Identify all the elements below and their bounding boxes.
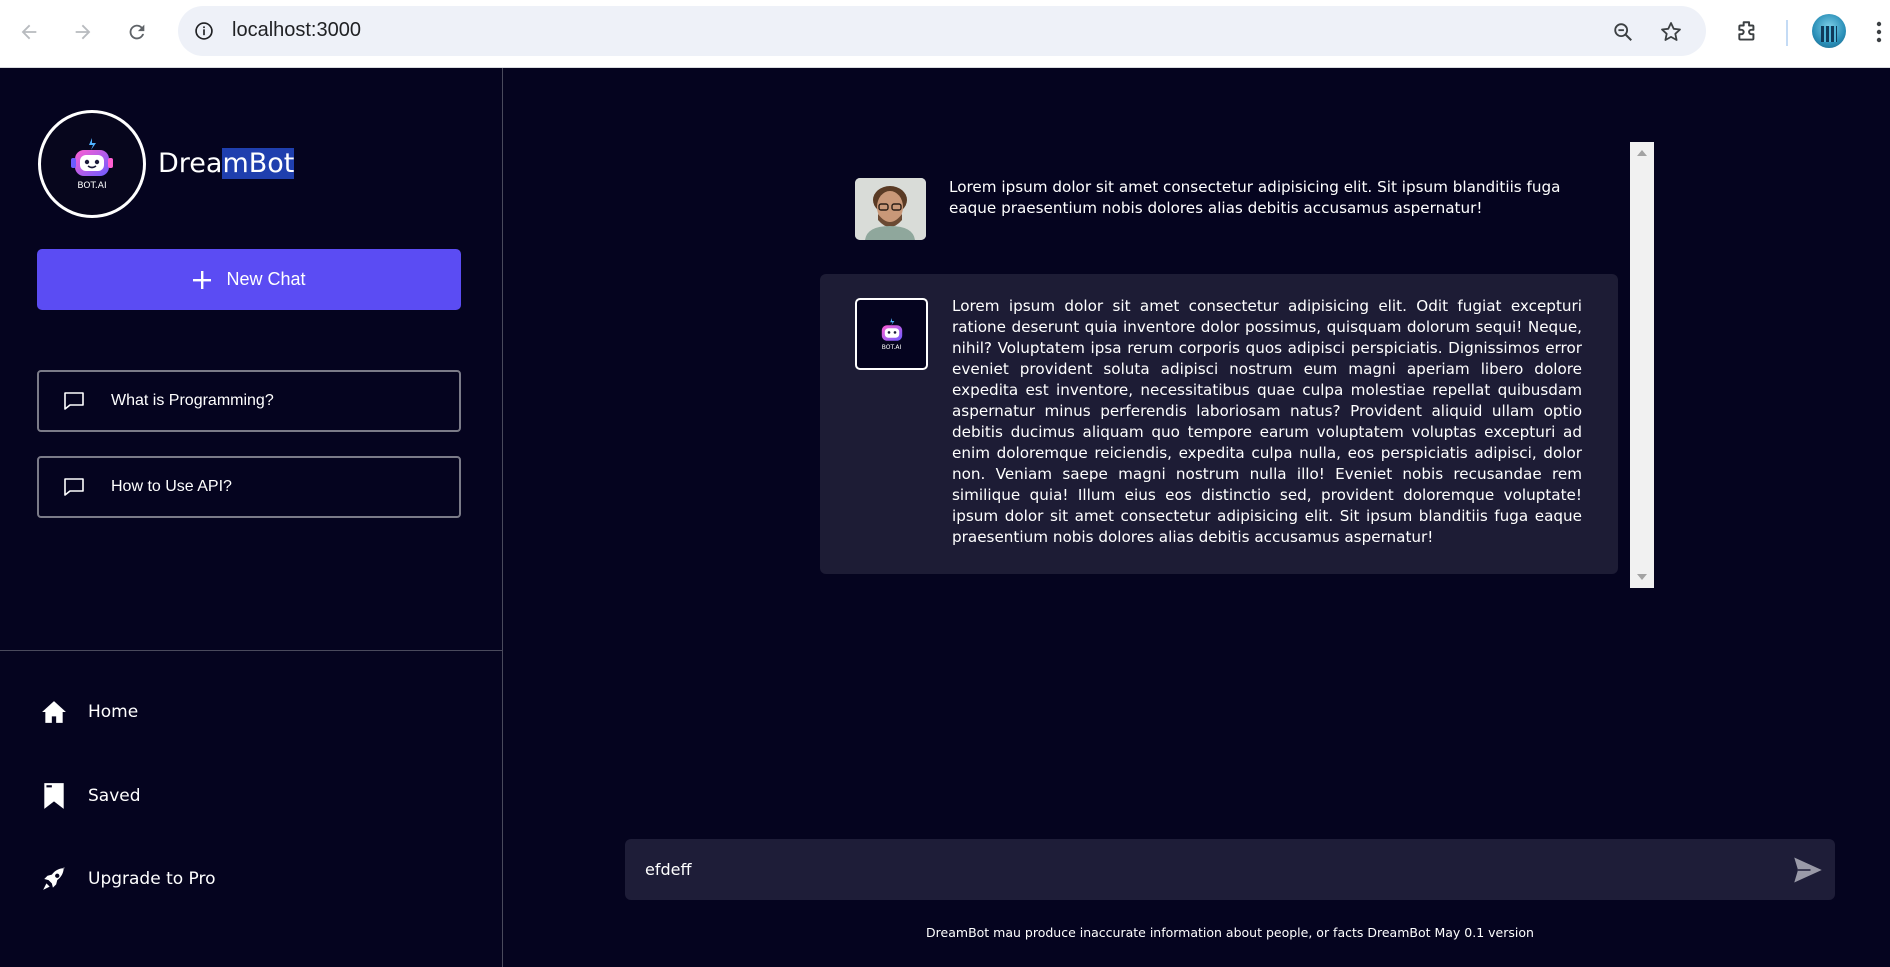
- rocket-icon: [40, 865, 68, 893]
- robot-logo-icon: [71, 137, 113, 176]
- menu-dots-icon[interactable]: [1868, 16, 1890, 48]
- chat-scrollbar[interactable]: [1630, 142, 1654, 588]
- browser-toolbar: localhost:3000: [0, 0, 1890, 68]
- bookmark-icon: [40, 782, 68, 810]
- menu-item-label: Home: [88, 702, 139, 722]
- scroll-down-arrow-icon[interactable]: [1637, 574, 1647, 580]
- forward-button[interactable]: [66, 15, 100, 49]
- user-message-text: Lorem ipsum dolor sit amet consectetur a…: [949, 178, 1561, 217]
- chat-bubble-icon: [59, 477, 89, 497]
- back-arrow-icon: [21, 24, 37, 40]
- user-message: Lorem ipsum dolor sit amet consectetur a…: [820, 142, 1620, 252]
- user-avatar: [855, 178, 926, 240]
- site-info-icon[interactable]: [192, 19, 216, 43]
- toolbar-divider: [1786, 20, 1788, 46]
- back-button[interactable]: [12, 15, 46, 49]
- bot-avatar: BOT.AI: [855, 298, 928, 370]
- history-item[interactable]: What is Programming?: [37, 370, 461, 432]
- app-root: BOT.AI DreamBot New Chat What is Program…: [0, 68, 1890, 967]
- send-button[interactable]: [1791, 853, 1825, 887]
- message-input[interactable]: [645, 839, 1745, 900]
- history-item-label: How to Use API?: [111, 478, 232, 495]
- menu-item-saved[interactable]: Saved: [40, 782, 141, 810]
- history-item-label: What is Programming?: [111, 392, 274, 409]
- scroll-up-arrow-icon[interactable]: [1637, 150, 1647, 156]
- sidebar-divider: [0, 650, 503, 651]
- brand-name-selected: mBot: [222, 148, 295, 179]
- forward-arrow-icon: [75, 24, 91, 40]
- menu-item-label: Upgrade to Pro: [88, 869, 216, 889]
- logo-text: BOT.AI: [77, 180, 107, 191]
- disclaimer-text: DreamBot mau produce inaccurate informat…: [926, 925, 1534, 940]
- reload-button[interactable]: [120, 15, 154, 49]
- extensions-icon[interactable]: [1732, 16, 1764, 48]
- bookmark-star-icon[interactable]: [1658, 19, 1684, 45]
- message-composer: [625, 839, 1835, 900]
- new-chat-button[interactable]: New Chat: [37, 249, 461, 310]
- logo: BOT.AI: [38, 110, 146, 218]
- home-icon: [40, 698, 68, 726]
- brand-name-prefix: Drea: [158, 148, 223, 179]
- send-icon: [1794, 857, 1822, 883]
- address-bar[interactable]: localhost:3000: [178, 6, 1706, 56]
- reload-icon: [129, 24, 145, 40]
- bot-message-text: Lorem ipsum dolor sit amet consectetur a…: [952, 297, 1582, 546]
- url-text: localhost:3000: [232, 19, 361, 41]
- menu-item-upgrade[interactable]: Upgrade to Pro: [40, 865, 216, 893]
- chat-messages: Lorem ipsum dolor sit amet consectetur a…: [820, 142, 1654, 588]
- zoom-icon[interactable]: [1610, 19, 1636, 45]
- menu-item-label: Saved: [88, 786, 141, 806]
- chat-bubble-icon: [59, 391, 89, 411]
- brand-name: DreamBot: [158, 148, 295, 179]
- history-item[interactable]: How to Use API?: [37, 456, 461, 518]
- user-photo-icon: [855, 178, 926, 240]
- sidebar: BOT.AI DreamBot New Chat What is Program…: [0, 68, 503, 967]
- robot-avatar-icon: [881, 317, 902, 341]
- new-chat-label: New Chat: [226, 269, 306, 289]
- bot-message: BOT.AI Lorem ipsum dolor sit amet consec…: [820, 274, 1618, 574]
- plus-icon: [193, 270, 212, 289]
- bot-avatar-text: BOT.AI: [881, 343, 902, 351]
- profile-avatar[interactable]: [1812, 14, 1846, 48]
- menu-item-home[interactable]: Home: [40, 698, 138, 726]
